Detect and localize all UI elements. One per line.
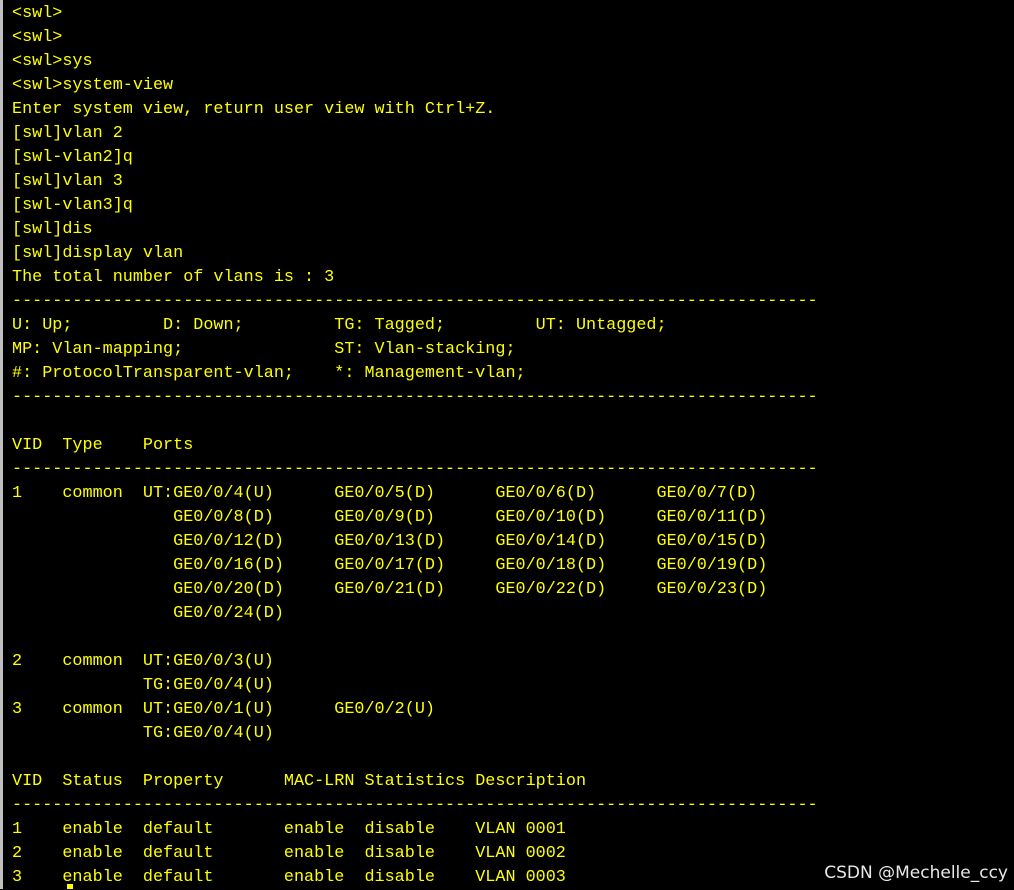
- terminal-line: #: ProtocolTransparent-vlan; *: Manageme…: [12, 364, 526, 383]
- terminal-line: VID Type Ports: [12, 436, 194, 455]
- terminal-line: [swl]dis: [12, 220, 93, 239]
- text-cursor: [67, 884, 73, 889]
- terminal-line: ----------------------------------------…: [12, 388, 818, 407]
- terminal-line: 1 common UT:GE0/0/4(U) GE0/0/5(D) GE0/0/…: [12, 484, 758, 503]
- terminal-line: [swl-vlan2]q: [12, 148, 133, 167]
- terminal-line: [swl-vlan3]q: [12, 196, 133, 215]
- terminal-line: GE0/0/24(D): [12, 604, 284, 623]
- terminal-line: VID Status Property MAC-LRN Statistics D…: [12, 772, 587, 791]
- terminal-line: GE0/0/12(D) GE0/0/13(D) GE0/0/14(D) GE0/…: [12, 532, 768, 551]
- terminal-line: U: Up; D: Down; TG: Tagged; UT: Untagged…: [12, 316, 667, 335]
- terminal-line: <swl>system-view: [12, 76, 174, 95]
- terminal-line: ----------------------------------------…: [12, 796, 818, 815]
- terminal-line: [swl]vlan 2: [12, 124, 123, 143]
- terminal-output: <swl> <swl> <swl>sys <swl>system-view Enter …: [12, 2, 1014, 890]
- terminal-line: [swl]display vlan: [12, 244, 184, 263]
- terminal-line: 3 common UT:GE0/0/1(U) GE0/0/2(U): [12, 700, 435, 719]
- terminal-line: 1 enable default enable disable VLAN 000…: [12, 820, 566, 839]
- terminal-line: <swl>sys: [12, 52, 93, 71]
- watermark: CSDN @Mechelle_ccy: [824, 863, 1008, 883]
- terminal-line: TG:GE0/0/4(U): [12, 676, 274, 695]
- terminal-line: 2 common UT:GE0/0/3(U): [12, 652, 274, 671]
- terminal-line: Enter system view, return user view with…: [12, 100, 496, 119]
- terminal-line: <swl>: [12, 28, 63, 47]
- terminal-line: [swl]vlan 3: [12, 172, 123, 191]
- terminal-line: MP: Vlan-mapping; ST: Vlan-stacking;: [12, 340, 516, 359]
- terminal-line: <swl>: [12, 4, 63, 23]
- terminal-window[interactable]: <swl> <swl> <swl>sys <swl>system-view Enter …: [0, 0, 1014, 889]
- terminal-line: TG:GE0/0/4(U): [12, 724, 274, 743]
- terminal-line: GE0/0/16(D) GE0/0/17(D) GE0/0/18(D) GE0/…: [12, 556, 768, 575]
- terminal-line: GE0/0/8(D) GE0/0/9(D) GE0/0/10(D) GE0/0/…: [12, 508, 768, 527]
- terminal-line: GE0/0/20(D) GE0/0/21(D) GE0/0/22(D) GE0/…: [12, 580, 768, 599]
- terminal-line: ----------------------------------------…: [12, 292, 818, 311]
- terminal-line: ----------------------------------------…: [12, 460, 818, 479]
- terminal-line: The total number of vlans is : 3: [12, 268, 335, 287]
